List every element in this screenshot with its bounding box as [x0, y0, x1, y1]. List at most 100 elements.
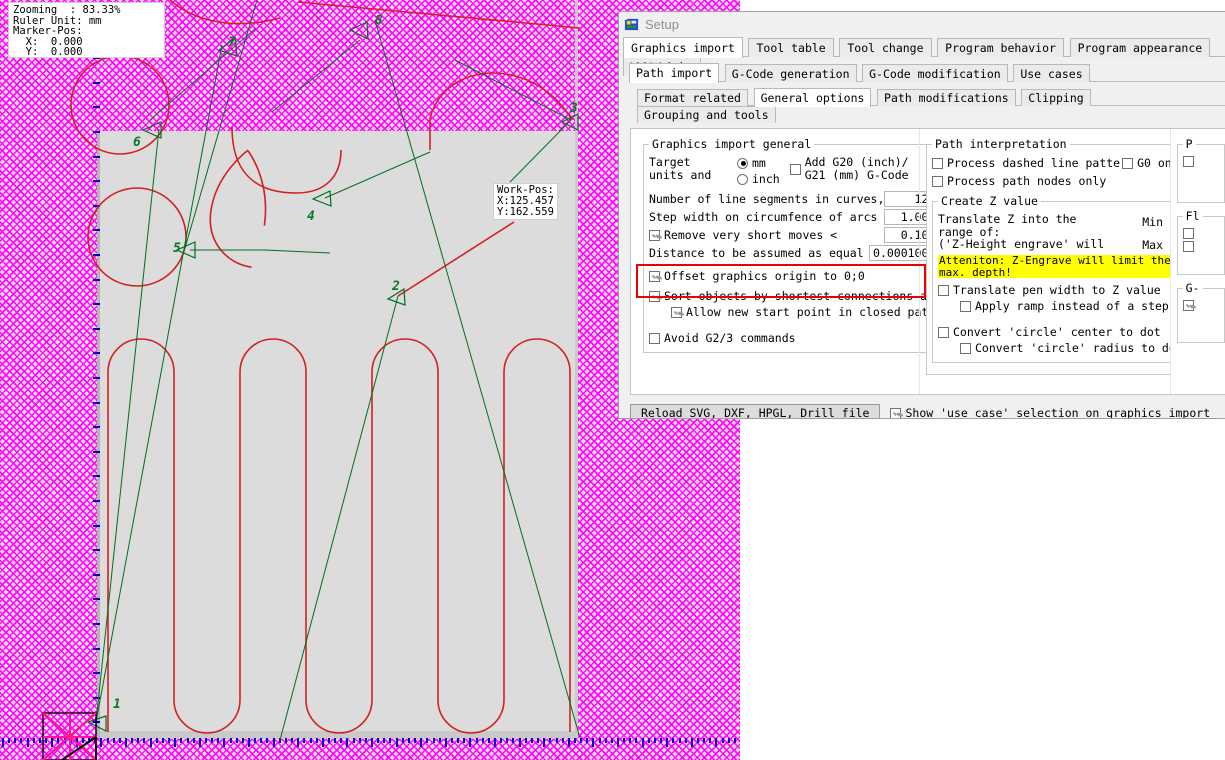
tabstrip-level1[interactable]: Graphics import Tool table Tool change P…: [623, 36, 1225, 57]
tab-graphics-import[interactable]: Graphics import: [623, 37, 743, 58]
travel-line-j: [455, 60, 571, 120]
marker-label-5: 5: [173, 241, 181, 256]
column-graphics-import: Graphics import general Target units and…: [631, 129, 919, 394]
checkbox-clipped-g1[interactable]: [1183, 300, 1194, 311]
travel-line-k: [375, 20, 580, 738]
travel-line-c: [185, 0, 257, 248]
checkbox-clipped-f2[interactable]: [1183, 241, 1194, 252]
tab-path-modifications[interactable]: Path modifications: [877, 89, 1016, 106]
path-arc-7: [232, 127, 341, 193]
column-path-interpretation: Path interpretation Process dashed line …: [919, 129, 1170, 394]
tab-format-related[interactable]: Format related: [637, 89, 748, 106]
tab-program-appearance[interactable]: Program appearance: [1070, 38, 1211, 57]
convert-circle-radius-label: Convert 'circle' radius to dot-dept: [975, 341, 1170, 355]
dialog-title: Setup: [645, 17, 679, 32]
offset-graphics-origin-label: Offset graphics origin to 0;0: [664, 269, 865, 283]
path-arc-topleft: [170, 0, 280, 24]
tab-grouping-and-tools[interactable]: Grouping and tools: [637, 106, 776, 123]
tab-clipping[interactable]: Clipping: [1021, 89, 1090, 106]
radio-inch-label: inch: [752, 172, 780, 186]
translate-pen-width-label: Translate pen width to Z value: [953, 283, 1161, 297]
work-position-tooltip: Work-Pos: X:125.457 Y:162.559: [493, 183, 558, 220]
arrowhead-4: [313, 191, 331, 206]
setup-app-icon: [624, 17, 639, 32]
radio-mm-label: mm: [752, 156, 766, 170]
travel-line-h: [280, 296, 398, 740]
checkbox-avoid-g23[interactable]: [649, 333, 660, 344]
tab-path-import[interactable]: Path import: [629, 63, 719, 83]
tabstrip-level2[interactable]: Path import G-Code generation G-Code mod…: [629, 62, 1225, 82]
sort-objects-label: Sort objects by shortest connections and: [664, 289, 941, 303]
z-engrave-warning: Atteniton: Z-Engrave will limit the max.…: [938, 255, 1170, 278]
checkbox-translate-pen-width[interactable]: [938, 285, 949, 296]
checkbox-convert-circle-radius[interactable]: [960, 343, 971, 354]
radio-inch[interactable]: [737, 174, 748, 185]
allow-new-start-point-label: Allow new start point in closed path: [686, 305, 935, 319]
group-clipped-g: G-: [1177, 281, 1225, 343]
checkbox-offset-graphics-origin[interactable]: [649, 271, 660, 282]
line-segments-label: Number of line segments in curves,: [649, 192, 884, 206]
step-width-label: Step width on circumfence of arcs: [649, 210, 884, 224]
path-line-2: [398, 222, 514, 296]
checkbox-allow-new-start-point[interactable]: [671, 307, 682, 318]
group-path-interpretation: Path interpretation Process dashed line …: [926, 137, 1170, 375]
checkbox-convert-circle-center[interactable]: [938, 327, 949, 338]
dialog-footer: Reload SVG, DXF, HPGL, Drill file Show '…: [630, 404, 1210, 419]
travel-line-e: [150, 28, 256, 120]
translate-z-text1: Translate Z into the: [938, 213, 1142, 226]
checkbox-process-path-nodes[interactable]: [932, 176, 943, 187]
marker-label-6: 6: [133, 135, 141, 150]
tabstrip-level3[interactable]: Format related General options Path modi…: [637, 87, 1225, 106]
checkbox-show-use-case[interactable]: [890, 408, 901, 419]
tab-gcode-generation[interactable]: G-Code generation: [725, 64, 857, 82]
group-path-legend: Path interpretation: [932, 137, 1070, 151]
setup-dialog[interactable]: Setup Graphics import Tool table Tool ch…: [618, 11, 1225, 419]
tab-tool-change[interactable]: Tool change: [839, 38, 931, 57]
marker-label-2: 2: [391, 279, 400, 294]
checkbox-add-g20-g21[interactable]: [790, 164, 801, 175]
checkbox-g0-on-pen-up[interactable]: [1122, 158, 1133, 169]
target-units-label: Target units and: [649, 156, 737, 181]
checkbox-clipped-p1[interactable]: [1183, 156, 1194, 167]
checkbox-process-dashed-line[interactable]: [932, 158, 943, 169]
settings-panel: Graphics import general Target units and…: [630, 128, 1225, 395]
process-path-nodes-label: Process path nodes only: [947, 174, 1106, 188]
travel-line-g: [272, 40, 360, 112]
tab-tool-table[interactable]: Tool table: [748, 38, 833, 57]
column-clipped-extra: P Fl G-: [1170, 129, 1225, 394]
apply-ramp-label: Apply ramp instead of a step: [975, 299, 1169, 313]
origin-marker: [43, 713, 96, 760]
convert-circle-center-label: Convert 'circle' center to dot (for dri: [953, 325, 1170, 339]
z-max-label: Max: [1142, 238, 1163, 252]
z-min-label: Min: [1142, 215, 1163, 229]
checkbox-sort-objects[interactable]: [649, 291, 660, 302]
clipped-legend-g: G-: [1183, 281, 1203, 295]
translate-z-text3: ('Z-Height engrave' will: [938, 238, 1142, 251]
marker-label-3: 3: [569, 101, 578, 116]
group-create-z-value: Create Z value Translate Z into the rang…: [932, 194, 1170, 363]
checkbox-clipped-f1[interactable]: [1183, 228, 1194, 239]
tab-general-options[interactable]: General options: [754, 88, 872, 107]
create-z-legend: Create Z value: [938, 194, 1041, 208]
path-circle-5: [88, 188, 186, 286]
checkbox-remove-short-moves[interactable]: [649, 230, 660, 241]
dialog-titlebar[interactable]: Setup: [619, 12, 1225, 36]
tab-gcode-modification[interactable]: G-Code modification: [862, 64, 1008, 82]
path-circle-6: [71, 56, 169, 154]
marker-label-4: 4: [307, 209, 315, 224]
reload-file-button[interactable]: Reload SVG, DXF, HPGL, Drill file: [630, 404, 880, 419]
process-dashed-line-label: Process dashed line patte: [947, 156, 1120, 170]
tab-program-behavior[interactable]: Program behavior: [937, 38, 1064, 57]
travel-line-i: [510, 120, 571, 182]
radio-mm[interactable]: [737, 158, 748, 169]
group-clipped-p: P: [1177, 137, 1225, 203]
show-use-case-label: Show 'use case' selection on graphics im…: [905, 406, 1210, 419]
checkbox-apply-ramp[interactable]: [960, 301, 971, 312]
marker-label-1: 1: [113, 697, 121, 712]
path-arc-3: [430, 73, 572, 120]
tab-use-cases[interactable]: Use cases: [1013, 64, 1089, 82]
zoom-info-box: Zooming : 83.33% Ruler Unit: mm Marker-P…: [8, 2, 165, 58]
distance-equal-label: Distance to be assumed as equal: [649, 246, 869, 260]
clipped-legend-fl: Fl: [1183, 209, 1203, 223]
group-clipped-fl: Fl: [1177, 209, 1225, 275]
